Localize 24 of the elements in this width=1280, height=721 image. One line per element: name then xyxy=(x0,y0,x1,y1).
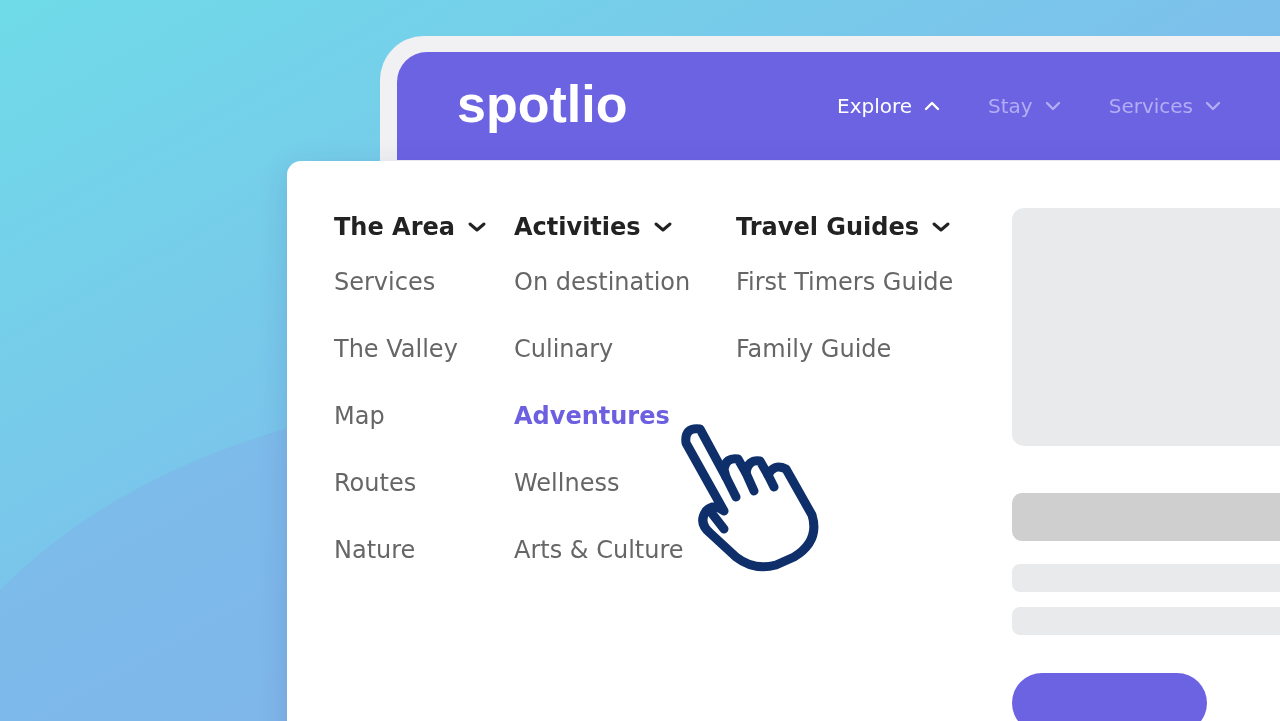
menu-link[interactable]: First Timers Guide xyxy=(736,249,954,316)
menu-link[interactable]: On destination xyxy=(514,249,691,316)
chevron-icon xyxy=(1205,101,1222,111)
menu-link[interactable]: Adventures xyxy=(514,383,670,450)
nav-link[interactable]: Explore xyxy=(837,94,941,118)
chevron-icon xyxy=(1044,101,1061,111)
pointing-hand-icon xyxy=(681,424,819,572)
menu-link[interactable]: Family Guide xyxy=(736,316,892,383)
menu-heading[interactable]: Activities xyxy=(514,205,736,249)
chevron-icon xyxy=(931,221,952,233)
menu-link[interactable]: Nature xyxy=(334,517,416,584)
menu-heading[interactable]: Travel Guides xyxy=(736,205,954,249)
menu-link[interactable]: The Valley xyxy=(334,316,458,383)
menu-link[interactable]: Map xyxy=(334,383,385,450)
menu-link[interactable]: Routes xyxy=(334,450,417,517)
chevron-icon xyxy=(652,221,673,233)
chevron-icon xyxy=(467,221,487,233)
logo[interactable]: spotlio xyxy=(457,74,837,134)
menu-link[interactable]: Services xyxy=(334,249,436,316)
chevron-icon xyxy=(924,101,941,111)
menu-link[interactable]: Culinary xyxy=(514,316,614,383)
menu-heading[interactable]: The Area xyxy=(334,205,514,249)
menu-link[interactable]: Wellness xyxy=(514,450,620,517)
menu-link[interactable]: Arts & Culture xyxy=(514,517,684,584)
